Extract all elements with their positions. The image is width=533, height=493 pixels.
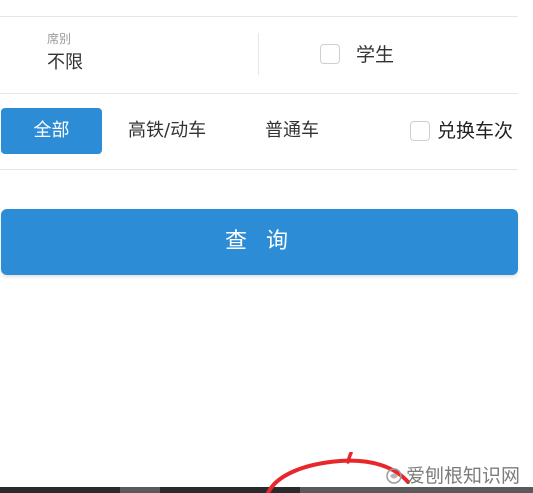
divider xyxy=(0,93,518,94)
seat-class-selector[interactable]: 席别 不限 xyxy=(47,31,83,75)
tab-high-speed[interactable]: 高铁/动车 xyxy=(128,118,206,144)
seat-class-label: 席别 xyxy=(47,32,72,46)
student-label[interactable]: 学生 xyxy=(356,42,394,68)
query-button[interactable]: 查 询 xyxy=(1,209,518,275)
exchange-label[interactable]: 兑换车次 xyxy=(437,118,513,144)
divider xyxy=(0,169,518,170)
vertical-divider xyxy=(258,33,259,75)
top-divider xyxy=(0,16,518,17)
watermark-text: 爱刨根知识网 xyxy=(406,464,521,487)
watermark-logo-icon xyxy=(386,467,402,484)
student-checkbox[interactable] xyxy=(320,44,340,64)
tab-normal-train[interactable]: 普通车 xyxy=(265,118,319,144)
tab-all[interactable]: 全部 xyxy=(1,108,102,154)
exchange-checkbox[interactable] xyxy=(410,121,430,141)
watermark: 爱刨根知识网 xyxy=(386,458,533,493)
seat-class-value: 不限 xyxy=(47,52,83,73)
